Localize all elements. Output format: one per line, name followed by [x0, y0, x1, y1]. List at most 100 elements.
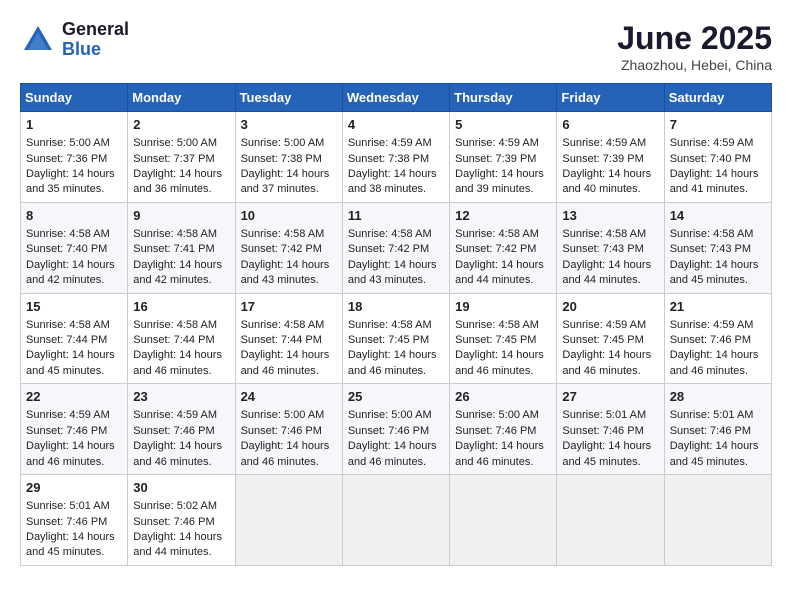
- calendar-table: Sunday Monday Tuesday Wednesday Thursday…: [20, 83, 772, 566]
- daylight-label: Daylight: 14 hours and 45 minutes.: [26, 349, 115, 376]
- daylight-label: Daylight: 14 hours and 43 minutes.: [348, 259, 437, 286]
- calendar-week-1: 1 Sunrise: 5:00 AM Sunset: 7:36 PM Dayli…: [21, 112, 772, 203]
- daylight-label: Daylight: 14 hours and 44 minutes.: [133, 531, 222, 558]
- calendar-cell: 17 Sunrise: 4:58 AM Sunset: 7:44 PM Dayl…: [235, 293, 342, 384]
- logo: General Blue: [20, 20, 129, 60]
- sunrise-label: Sunrise: 4:59 AM: [670, 137, 754, 149]
- daylight-label: Daylight: 14 hours and 35 minutes.: [26, 168, 115, 195]
- calendar-cell: 16 Sunrise: 4:58 AM Sunset: 7:44 PM Dayl…: [128, 293, 235, 384]
- calendar-week-4: 22 Sunrise: 4:59 AM Sunset: 7:46 PM Dayl…: [21, 384, 772, 475]
- logo-blue: Blue: [62, 40, 129, 60]
- calendar-week-3: 15 Sunrise: 4:58 AM Sunset: 7:44 PM Dayl…: [21, 293, 772, 384]
- calendar-cell: 7 Sunrise: 4:59 AM Sunset: 7:40 PM Dayli…: [664, 112, 771, 203]
- calendar-cell: 3 Sunrise: 5:00 AM Sunset: 7:38 PM Dayli…: [235, 112, 342, 203]
- logo-text: General Blue: [62, 20, 129, 60]
- calendar-cell: 25 Sunrise: 5:00 AM Sunset: 7:46 PM Dayl…: [342, 384, 449, 475]
- sunrise-label: Sunrise: 4:58 AM: [562, 228, 646, 240]
- daylight-label: Daylight: 14 hours and 37 minutes.: [241, 168, 330, 195]
- calendar-cell: 24 Sunrise: 5:00 AM Sunset: 7:46 PM Dayl…: [235, 384, 342, 475]
- sunrise-label: Sunrise: 5:00 AM: [26, 137, 110, 149]
- daylight-label: Daylight: 14 hours and 36 minutes.: [133, 168, 222, 195]
- day-number: 9: [133, 207, 229, 225]
- calendar-cell: [235, 475, 342, 566]
- sunrise-label: Sunrise: 5:00 AM: [455, 409, 539, 421]
- day-number: 12: [455, 207, 551, 225]
- day-number: 7: [670, 116, 766, 134]
- calendar-cell: 9 Sunrise: 4:58 AM Sunset: 7:41 PM Dayli…: [128, 202, 235, 293]
- sunset-label: Sunset: 7:46 PM: [26, 516, 107, 528]
- calendar-week-5: 29 Sunrise: 5:01 AM Sunset: 7:46 PM Dayl…: [21, 475, 772, 566]
- daylight-label: Daylight: 14 hours and 42 minutes.: [133, 259, 222, 286]
- sunrise-label: Sunrise: 5:01 AM: [670, 409, 754, 421]
- sunrise-label: Sunrise: 4:59 AM: [455, 137, 539, 149]
- day-number: 10: [241, 207, 337, 225]
- day-number: 11: [348, 207, 444, 225]
- day-number: 25: [348, 388, 444, 406]
- col-monday: Monday: [128, 84, 235, 112]
- sunset-label: Sunset: 7:45 PM: [562, 334, 643, 346]
- title-area: June 2025 Zhaozhou, Hebei, China: [617, 20, 772, 73]
- sunrise-label: Sunrise: 5:02 AM: [133, 500, 217, 512]
- calendar-cell: 10 Sunrise: 4:58 AM Sunset: 7:42 PM Dayl…: [235, 202, 342, 293]
- calendar-cell: 20 Sunrise: 4:59 AM Sunset: 7:45 PM Dayl…: [557, 293, 664, 384]
- daylight-label: Daylight: 14 hours and 44 minutes.: [562, 259, 651, 286]
- sunrise-label: Sunrise: 5:01 AM: [562, 409, 646, 421]
- sunset-label: Sunset: 7:45 PM: [348, 334, 429, 346]
- day-number: 21: [670, 298, 766, 316]
- day-number: 26: [455, 388, 551, 406]
- day-number: 17: [241, 298, 337, 316]
- daylight-label: Daylight: 14 hours and 42 minutes.: [26, 259, 115, 286]
- calendar-cell: [664, 475, 771, 566]
- day-number: 19: [455, 298, 551, 316]
- daylight-label: Daylight: 14 hours and 45 minutes.: [670, 440, 759, 467]
- daylight-label: Daylight: 14 hours and 40 minutes.: [562, 168, 651, 195]
- sunrise-label: Sunrise: 4:58 AM: [348, 319, 432, 331]
- daylight-label: Daylight: 14 hours and 46 minutes.: [133, 440, 222, 467]
- col-sunday: Sunday: [21, 84, 128, 112]
- calendar-cell: 27 Sunrise: 5:01 AM Sunset: 7:46 PM Dayl…: [557, 384, 664, 475]
- calendar-cell: 6 Sunrise: 4:59 AM Sunset: 7:39 PM Dayli…: [557, 112, 664, 203]
- calendar-cell: 5 Sunrise: 4:59 AM Sunset: 7:39 PM Dayli…: [450, 112, 557, 203]
- month-title: June 2025: [617, 20, 772, 57]
- calendar-cell: 15 Sunrise: 4:58 AM Sunset: 7:44 PM Dayl…: [21, 293, 128, 384]
- daylight-label: Daylight: 14 hours and 46 minutes.: [455, 349, 544, 376]
- sunset-label: Sunset: 7:44 PM: [241, 334, 322, 346]
- sunrise-label: Sunrise: 5:00 AM: [133, 137, 217, 149]
- sunset-label: Sunset: 7:40 PM: [670, 153, 751, 165]
- col-thursday: Thursday: [450, 84, 557, 112]
- calendar-cell: 13 Sunrise: 4:58 AM Sunset: 7:43 PM Dayl…: [557, 202, 664, 293]
- sunset-label: Sunset: 7:46 PM: [133, 516, 214, 528]
- daylight-label: Daylight: 14 hours and 46 minutes.: [241, 440, 330, 467]
- calendar-header-row: Sunday Monday Tuesday Wednesday Thursday…: [21, 84, 772, 112]
- calendar-cell: [450, 475, 557, 566]
- calendar-cell: 30 Sunrise: 5:02 AM Sunset: 7:46 PM Dayl…: [128, 475, 235, 566]
- daylight-label: Daylight: 14 hours and 38 minutes.: [348, 168, 437, 195]
- day-number: 3: [241, 116, 337, 134]
- calendar-cell: 29 Sunrise: 5:01 AM Sunset: 7:46 PM Dayl…: [21, 475, 128, 566]
- sunrise-label: Sunrise: 4:59 AM: [348, 137, 432, 149]
- col-wednesday: Wednesday: [342, 84, 449, 112]
- sunrise-label: Sunrise: 4:59 AM: [670, 319, 754, 331]
- calendar-cell: 11 Sunrise: 4:58 AM Sunset: 7:42 PM Dayl…: [342, 202, 449, 293]
- sunrise-label: Sunrise: 4:58 AM: [133, 319, 217, 331]
- sunset-label: Sunset: 7:44 PM: [133, 334, 214, 346]
- calendar-cell: 4 Sunrise: 4:59 AM Sunset: 7:38 PM Dayli…: [342, 112, 449, 203]
- day-number: 1: [26, 116, 122, 134]
- daylight-label: Daylight: 14 hours and 39 minutes.: [455, 168, 544, 195]
- day-number: 15: [26, 298, 122, 316]
- sunrise-label: Sunrise: 5:00 AM: [241, 409, 325, 421]
- day-number: 13: [562, 207, 658, 225]
- day-number: 27: [562, 388, 658, 406]
- sunset-label: Sunset: 7:46 PM: [241, 425, 322, 437]
- sunset-label: Sunset: 7:42 PM: [455, 243, 536, 255]
- daylight-label: Daylight: 14 hours and 46 minutes.: [455, 440, 544, 467]
- day-number: 4: [348, 116, 444, 134]
- day-number: 5: [455, 116, 551, 134]
- sunset-label: Sunset: 7:43 PM: [670, 243, 751, 255]
- col-friday: Friday: [557, 84, 664, 112]
- sunrise-label: Sunrise: 4:58 AM: [133, 228, 217, 240]
- sunset-label: Sunset: 7:46 PM: [26, 425, 107, 437]
- daylight-label: Daylight: 14 hours and 46 minutes.: [348, 349, 437, 376]
- calendar-cell: 26 Sunrise: 5:00 AM Sunset: 7:46 PM Dayl…: [450, 384, 557, 475]
- sunrise-label: Sunrise: 5:00 AM: [348, 409, 432, 421]
